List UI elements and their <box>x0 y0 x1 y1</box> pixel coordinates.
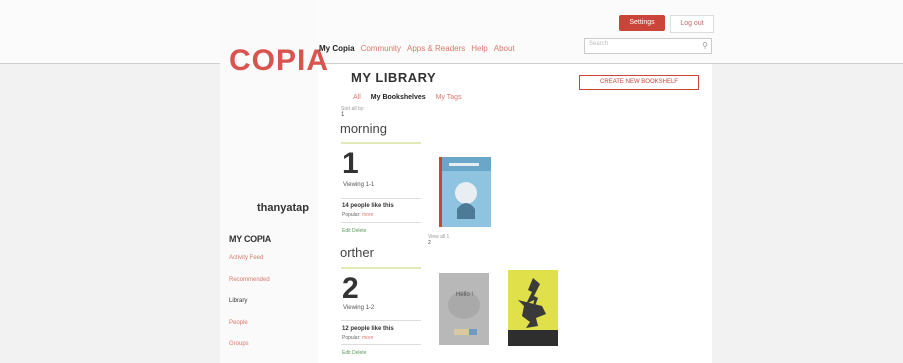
book-cover-blue[interactable] <box>439 157 491 227</box>
nav-my-copia[interactable]: My Copia <box>319 44 355 53</box>
sort-value: 1 <box>341 112 345 118</box>
shelf-likes[interactable]: 12 people like this <box>342 326 394 332</box>
shelf-edit-delete[interactable]: Edit Delete <box>342 228 366 234</box>
popular-label: Popular: <box>342 335 361 341</box>
search-icon[interactable]: ⚲ <box>702 41 708 50</box>
nav-apps-readers[interactable]: Apps & Readers <box>407 44 465 53</box>
popular-label: Popular: <box>342 212 361 218</box>
tab-my-tags[interactable]: My Tags <box>436 94 462 101</box>
copia-logo[interactable]: COPIA <box>229 44 329 78</box>
page-title: MY LIBRARY <box>351 70 437 85</box>
book-cover-grey[interactable]: Hello ! <box>439 273 489 345</box>
small-note[interactable]: View all 1 <box>428 234 449 240</box>
settings-button[interactable]: Settings <box>619 15 665 31</box>
search-input[interactable]: Search <box>589 41 608 47</box>
popular-link[interactable]: more <box>362 212 373 218</box>
tab-my-bookshelves[interactable]: My Bookshelves <box>371 94 426 101</box>
logout-button[interactable]: Log out <box>670 15 714 33</box>
tab-all[interactable]: All <box>353 94 361 101</box>
top-bar <box>0 0 903 64</box>
popular-link[interactable]: more <box>362 335 373 341</box>
sort-label[interactable]: Sort all by: <box>341 106 365 112</box>
sidebar-item-recommended[interactable]: Recommended <box>229 277 270 283</box>
sidebar-section-title: MY COPIA <box>229 234 271 244</box>
shelf-count: 1 <box>342 147 359 180</box>
nav-community[interactable]: Community <box>361 44 401 53</box>
book-cover-title: Hello ! <box>456 292 474 298</box>
shelf-divider <box>341 344 421 345</box>
shelf-edit-delete[interactable]: Edit Delete <box>342 350 366 356</box>
sidebar-item-people[interactable]: People <box>229 320 248 326</box>
book-cover-art <box>508 270 558 346</box>
sidebar-item-groups[interactable]: Groups <box>229 341 249 347</box>
create-bookshelf-button[interactable]: CREATE NEW BOOKSHELF <box>579 75 699 90</box>
shelf-name[interactable]: orther <box>340 245 374 260</box>
shelf-viewing: Viewing 1-2 <box>343 305 375 311</box>
small-number: 2 <box>428 240 431 246</box>
nav-help[interactable]: Help <box>471 44 487 53</box>
shelf-divider <box>341 222 421 223</box>
shelf-divider <box>341 198 421 199</box>
main-nav: My Copia Community Apps & Readers Help About <box>319 44 521 53</box>
nav-about[interactable]: About <box>494 44 515 53</box>
sidebar-item-activity-feed[interactable]: Activity Feed <box>229 255 263 261</box>
shelf-viewing: Viewing 1-1 <box>343 182 375 188</box>
shelf-popular: Popular: more <box>342 335 373 341</box>
sidebar-item-library[interactable]: Library <box>229 298 247 304</box>
shelf-name[interactable]: morning <box>340 121 387 136</box>
shelf-divider <box>341 320 421 321</box>
shelf-popular: Popular: more <box>342 212 373 218</box>
library-tabs: All My Bookshelves My Tags <box>353 94 472 101</box>
username[interactable]: thanyatap <box>257 202 309 214</box>
book-cover-yellow[interactable] <box>508 270 558 346</box>
shelf-likes[interactable]: 14 people like this <box>342 203 394 209</box>
shelf-underline <box>341 267 421 269</box>
book-cover-art <box>439 273 489 345</box>
shelf-count: 2 <box>342 272 359 305</box>
book-cover-art <box>439 157 491 227</box>
shelf-underline <box>341 142 421 144</box>
search-box[interactable]: Search ⚲ <box>584 38 712 54</box>
